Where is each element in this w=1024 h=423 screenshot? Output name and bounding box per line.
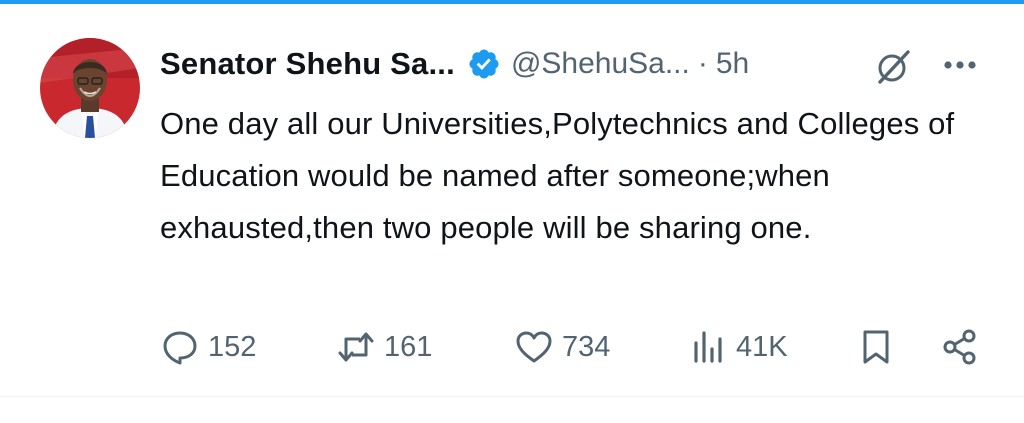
view-count: 41K (736, 330, 788, 363)
repost-count: 161 (384, 330, 433, 363)
share-button[interactable] (940, 324, 980, 370)
verified-badge-icon (467, 47, 501, 81)
divider (0, 396, 1024, 397)
bar-chart-icon (688, 327, 728, 367)
tweet-text: One day all our Universities,Polytechnic… (160, 106, 955, 245)
timestamp[interactable]: 5h (716, 47, 749, 81)
repost-button[interactable]: 161 (336, 324, 432, 370)
reply-button[interactable]: 152 (160, 324, 256, 370)
bookmark-icon (856, 327, 896, 367)
views-button[interactable]: 41K (688, 324, 788, 370)
like-count: 734 (562, 330, 611, 363)
tweet-actions: 152 161 734 41K (160, 324, 990, 370)
heart-icon (514, 327, 554, 367)
reply-count: 152 (208, 330, 257, 363)
repost-arrows-icon (336, 327, 376, 367)
grok-slash-icon[interactable] (874, 46, 914, 86)
share-icon (940, 327, 980, 367)
author-handle[interactable]: @ShehuSa... (511, 47, 690, 81)
avatar[interactable] (40, 38, 140, 138)
bookmark-button[interactable] (856, 324, 896, 370)
tweet-card[interactable]: Senator Shehu Sa... @ShehuSa... · 5h One… (0, 4, 1024, 396)
author-display-name[interactable]: Senator Shehu Sa... (160, 46, 455, 82)
like-button[interactable]: 734 (514, 324, 610, 370)
more-dots-icon[interactable] (940, 48, 980, 82)
speech-bubble-icon (160, 327, 200, 367)
header-separator: · (697, 47, 708, 80)
tweet-header: Senator Shehu Sa... @ShehuSa... · 5h (160, 42, 749, 86)
